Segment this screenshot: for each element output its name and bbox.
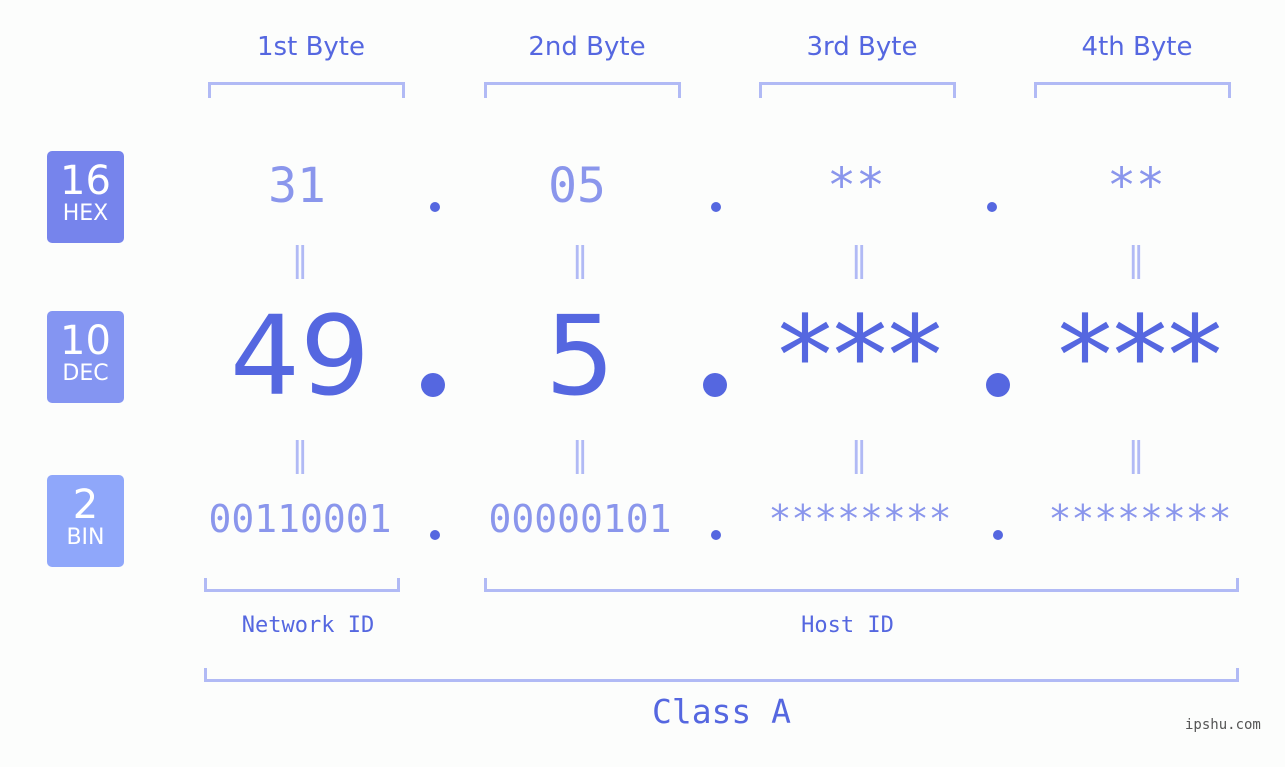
equals-dec-bin-3: ‖ [850,435,868,475]
host-id-label: Host ID [801,613,894,638]
byte-bracket-3 [759,82,956,98]
watermark: ipshu.com [1185,717,1261,733]
equals-hex-dec-2: ‖ [571,240,589,280]
dec-byte-2: 5 [545,292,615,420]
equals-hex-dec-4: ‖ [1127,240,1145,280]
bin-byte-2: 00000101 [488,497,672,541]
bin-dot-3 [993,530,1003,540]
equals-dec-bin-2: ‖ [571,435,589,475]
equals-dec-bin-1: ‖ [291,435,309,475]
equals-hex-dec-3: ‖ [850,240,868,280]
byte-bracket-2 [484,82,681,98]
byte-bracket-4 [1034,82,1231,98]
dec-badge-base: 10 [60,318,111,364]
class-bracket [204,668,1239,682]
host-id-bracket [484,578,1239,592]
dec-dot-2 [703,373,727,397]
hex-badge-label: HEX [62,201,109,226]
dec-byte-1: 49 [230,292,370,420]
bin-byte-4: ******** [1048,497,1232,541]
hex-byte-3: ** [827,158,885,214]
equals-hex-dec-1: ‖ [291,240,309,280]
bin-byte-3: ******** [768,497,952,541]
byte-header-1: 1st Byte [257,32,365,62]
dec-badge: 10 DEC [47,311,124,403]
byte-bracket-1 [208,82,405,98]
hex-byte-1: 31 [268,158,326,214]
hex-dot-1 [430,202,440,212]
byte-header-2: 2nd Byte [528,32,646,62]
hex-byte-4: ** [1107,158,1165,214]
dec-badge-label: DEC [62,361,109,386]
class-label: Class A [651,692,792,731]
hex-badge: 16 HEX [47,151,124,243]
equals-dec-bin-4: ‖ [1127,435,1145,475]
dec-byte-4: *** [1057,292,1223,420]
hex-dot-3 [987,202,997,212]
dec-dot-1 [421,373,445,397]
bin-badge-base: 2 [72,482,99,528]
byte-header-4: 4th Byte [1081,32,1193,62]
dec-dot-3 [986,373,1010,397]
dec-byte-3: *** [777,292,943,420]
network-id-label: Network ID [241,613,375,638]
hex-byte-2: 05 [548,158,606,214]
bin-dot-2 [711,530,721,540]
byte-header-3: 3rd Byte [806,32,918,62]
network-id-bracket [204,578,400,592]
bin-dot-1 [430,530,440,540]
bin-badge: 2 BIN [47,475,124,567]
bin-byte-1: 00110001 [208,497,392,541]
hex-badge-base: 16 [60,158,111,204]
bin-badge-label: BIN [66,525,105,550]
hex-dot-2 [711,202,721,212]
